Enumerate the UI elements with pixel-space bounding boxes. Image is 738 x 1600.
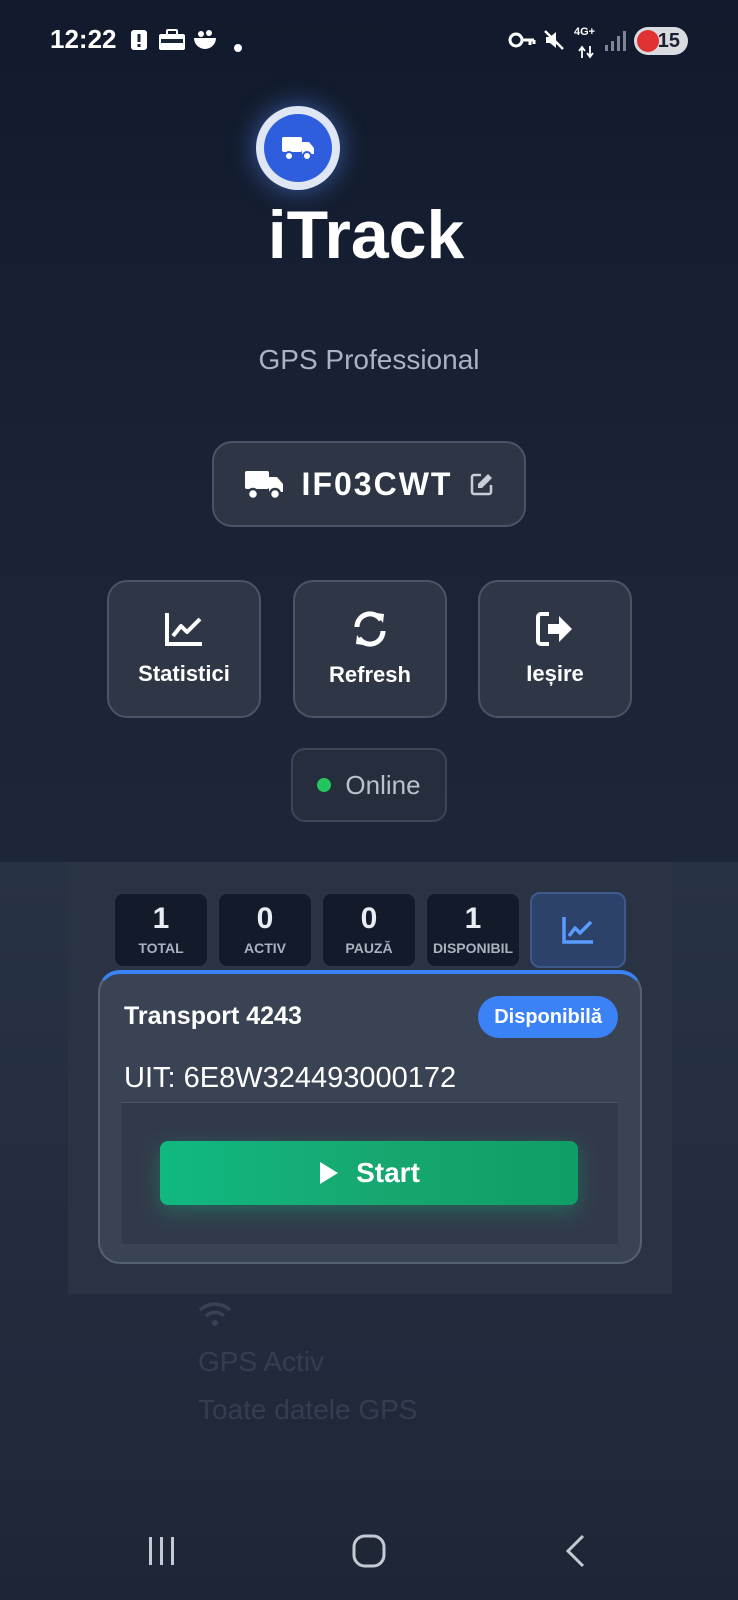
logout-label: Ieșire	[526, 661, 584, 686]
edit-icon[interactable]	[470, 472, 494, 496]
refresh-button[interactable]: Refresh	[293, 580, 447, 718]
stat-active-label: ACTIV	[244, 940, 286, 956]
mute-icon	[544, 30, 564, 50]
refresh-label: Refresh	[329, 662, 411, 687]
stats-chart-button[interactable]	[530, 892, 626, 968]
transport-title: Transport 4243	[124, 1002, 302, 1030]
toolbox-notification-icon	[159, 29, 185, 50]
battery-level: 15	[657, 29, 680, 52]
bowl-notification-icon	[194, 30, 216, 49]
stat-available-value: 1	[464, 902, 482, 935]
status-bar: 12:22 4G+ 15	[0, 0, 738, 84]
vehicle-plate-button[interactable]: IF03CWT	[212, 441, 526, 527]
back-icon[interactable]	[564, 1534, 586, 1568]
battery-indicator: 15	[634, 27, 688, 55]
gps-data-text: Toate datele GPS	[198, 1394, 418, 1425]
transport-uit: UIT: 6E8W324493000172	[124, 1062, 457, 1094]
vehicle-plate: IF03CWT	[301, 465, 453, 502]
truck-logo-icon	[282, 137, 314, 161]
stat-available[interactable]: 1 DISPONIBIL	[425, 892, 521, 968]
connection-status: Online	[291, 748, 447, 822]
alert-notification-icon	[131, 30, 147, 50]
network-type: 4G+	[574, 26, 596, 38]
app-title: iTrack	[267, 197, 465, 273]
recent-apps-icon[interactable]	[146, 1536, 178, 1566]
sync-icon	[354, 611, 386, 647]
online-indicator-icon	[317, 778, 332, 792]
home-icon[interactable]	[352, 1534, 386, 1568]
vpn-key-icon	[508, 32, 536, 48]
sign-out-icon	[536, 612, 572, 646]
battery-saver-icon	[637, 30, 659, 52]
stat-total-value: 1	[152, 902, 170, 935]
wifi-icon	[198, 1302, 232, 1326]
statistics-label: Statistici	[138, 661, 230, 686]
chart-line-icon	[562, 917, 593, 944]
more-notifications-dot-icon	[234, 44, 242, 52]
stat-pause-label: PAUZĂ	[345, 940, 393, 956]
chart-line-icon	[165, 613, 202, 646]
status-badge: Disponibilă	[478, 996, 618, 1038]
start-button[interactable]: Start	[160, 1141, 578, 1205]
gps-status-text: GPS Activ	[198, 1346, 325, 1377]
stat-total-label: TOTAL	[138, 940, 184, 956]
start-label: Start	[356, 1157, 420, 1188]
stat-available-label: DISPONIBIL	[432, 940, 514, 956]
header-area	[0, 0, 738, 862]
stat-active-value: 0	[256, 902, 274, 935]
play-icon	[320, 1162, 339, 1184]
truck-icon	[244, 471, 283, 500]
app-subtitle: GPS Professional	[258, 344, 480, 375]
system-navigation-bar	[0, 1500, 738, 1600]
logout-button[interactable]: Ieșire	[478, 580, 632, 718]
app-logo	[256, 106, 340, 190]
connection-status-text: Online	[345, 769, 421, 800]
stat-active[interactable]: 0 ACTIV	[217, 892, 313, 968]
transport-card[interactable]: Transport 4243 Disponibilă UIT: 6E8W3244…	[98, 970, 642, 1264]
card-actions: Start	[122, 1102, 618, 1244]
stat-total[interactable]: 1 TOTAL	[113, 892, 209, 968]
data-arrows-icon	[578, 45, 594, 59]
status-time: 12:22	[50, 24, 117, 54]
stat-pause-value: 0	[360, 902, 378, 935]
signal-icon	[605, 31, 626, 51]
statistics-button[interactable]: Statistici	[107, 580, 261, 718]
stat-pause[interactable]: 0 PAUZĂ	[321, 892, 417, 968]
